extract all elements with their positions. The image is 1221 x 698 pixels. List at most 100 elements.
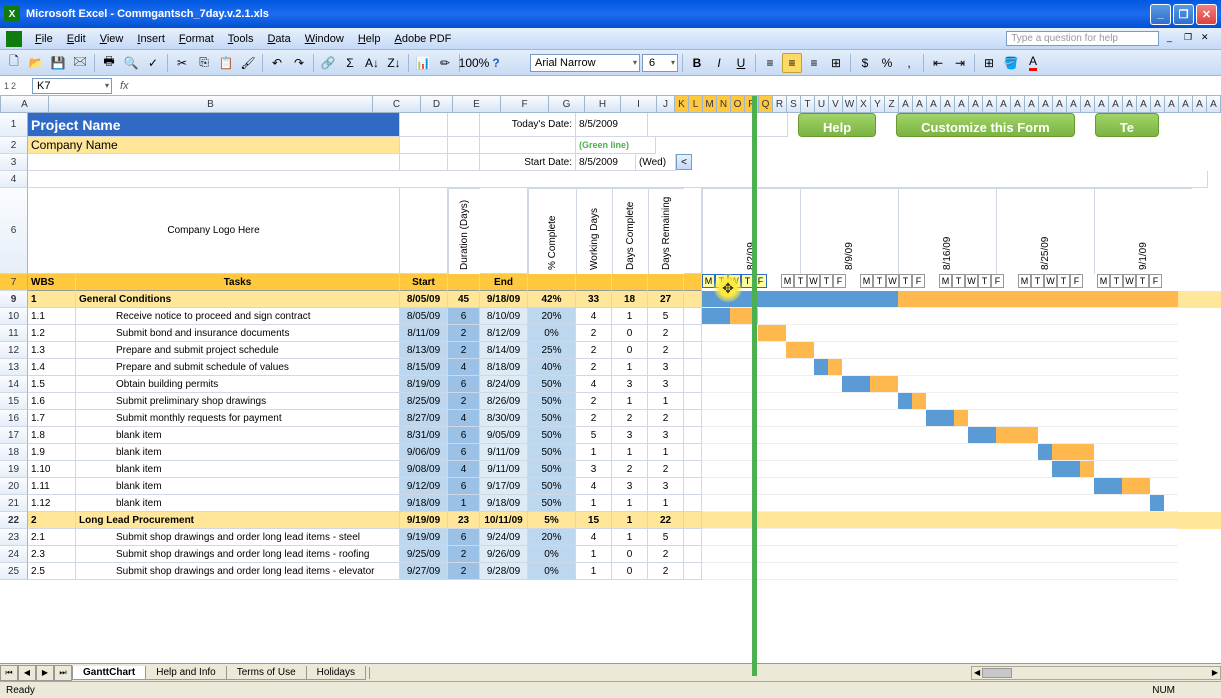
col-header-L[interactable]: L [689, 96, 703, 112]
cell-duration[interactable]: 6 [448, 444, 480, 461]
cell-wbs[interactable]: 2 [28, 512, 76, 529]
cell-pct[interactable]: 50% [528, 444, 576, 461]
cell-pct[interactable]: 0% [528, 546, 576, 563]
header-tasks[interactable]: Tasks [76, 274, 400, 291]
col-header-post-22[interactable]: A [1081, 96, 1095, 112]
menu-insert[interactable]: Insert [130, 31, 172, 47]
cell-start[interactable]: 9/25/09 [400, 546, 448, 563]
cell-task[interactable]: Submit bond and insurance documents [76, 325, 400, 342]
autosum-icon[interactable]: Σ [340, 53, 360, 73]
cell-end[interactable]: 8/18/09 [480, 359, 528, 376]
font-color-icon[interactable]: A [1023, 53, 1043, 73]
cell-working-days[interactable]: 4 [576, 478, 612, 495]
cell-task[interactable]: Submit shop drawings and order long lead… [76, 546, 400, 563]
currency-icon[interactable]: $ [855, 53, 875, 73]
zoom-icon[interactable]: 100% [464, 53, 484, 73]
cell-duration[interactable]: 4 [448, 410, 480, 427]
cell-end[interactable]: 9/11/09 [480, 444, 528, 461]
col-header-post-0[interactable]: R [773, 96, 787, 112]
fx-icon[interactable]: fx [120, 80, 129, 92]
cell-end[interactable]: 9/17/09 [480, 478, 528, 495]
cut-icon[interactable]: ✂ [172, 53, 192, 73]
cell-days-remaining[interactable]: 2 [648, 410, 684, 427]
row-header-9[interactable]: 9 [0, 291, 28, 308]
cell-days-remaining[interactable]: 2 [648, 342, 684, 359]
cell-working-days[interactable]: 4 [576, 376, 612, 393]
cell-duration[interactable]: 2 [448, 546, 480, 563]
day-letter[interactable]: W [807, 274, 820, 288]
col-header-post-13[interactable]: A [955, 96, 969, 112]
col-header-post-28[interactable]: A [1165, 96, 1179, 112]
col-header-post-25[interactable]: A [1123, 96, 1137, 112]
row-header-22[interactable]: 22 [0, 512, 28, 529]
cell-start[interactable]: 8/05/09 [400, 291, 448, 308]
cell-days-complete[interactable]: 3 [612, 376, 648, 393]
cell-pct[interactable]: 0% [528, 325, 576, 342]
row-header-6[interactable]: 6 [0, 188, 28, 274]
cell-days-remaining[interactable]: 3 [648, 376, 684, 393]
cell-wbs[interactable]: 1 [28, 291, 76, 308]
cell-working-days[interactable]: 2 [576, 325, 612, 342]
cell-task[interactable]: Submit shop drawings and order long lead… [76, 563, 400, 580]
cell-wbs[interactable]: 1.2 [28, 325, 76, 342]
day-letter[interactable]: W [886, 274, 899, 288]
col-header-post-20[interactable]: A [1053, 96, 1067, 112]
cell-start[interactable]: 9/06/09 [400, 444, 448, 461]
cell-duration[interactable]: 2 [448, 325, 480, 342]
col-header-post-16[interactable]: A [997, 96, 1011, 112]
col-header-post-3[interactable]: U [815, 96, 829, 112]
col-header-post-5[interactable]: W [843, 96, 857, 112]
cell-days-remaining[interactable]: 5 [648, 308, 684, 325]
cell-pct[interactable]: 50% [528, 393, 576, 410]
cell-days-complete[interactable]: 3 [612, 427, 648, 444]
doc-icon[interactable] [6, 31, 22, 47]
cell-end[interactable]: 8/30/09 [480, 410, 528, 427]
cell-pct[interactable]: 25% [528, 342, 576, 359]
project-name-cell[interactable]: Project Name [28, 113, 400, 137]
cell-working-days[interactable]: 1 [576, 444, 612, 461]
row-header-20[interactable]: 20 [0, 478, 28, 495]
cell-working-days[interactable]: 2 [576, 410, 612, 427]
cell-days-complete[interactable]: 0 [612, 563, 648, 580]
cell-wbs[interactable]: 2.1 [28, 529, 76, 546]
col-header-post-7[interactable]: Y [871, 96, 885, 112]
start-dow[interactable]: (Wed) [636, 154, 676, 171]
cell-duration[interactable]: 2 [448, 563, 480, 580]
cell-wbs[interactable]: 2.5 [28, 563, 76, 580]
menu-data[interactable]: Data [260, 31, 297, 47]
cell-task[interactable]: Long Lead Procurement [76, 512, 400, 529]
horizontal-scrollbar[interactable]: ◀▶ [971, 666, 1221, 680]
cell-working-days[interactable]: 5 [576, 427, 612, 444]
column-headers[interactable]: ABCDEFGHIJKLMNOPQRSTUVWXYZAAAAAAAAAAAAAA… [0, 96, 1221, 113]
chart-icon[interactable]: 📊 [413, 53, 433, 73]
date-prev-button[interactable]: < [676, 154, 692, 170]
col-header-post-18[interactable]: A [1025, 96, 1039, 112]
cell-duration[interactable]: 4 [448, 359, 480, 376]
close-button[interactable]: ✕ [1196, 4, 1217, 25]
cell-pct[interactable]: 42% [528, 291, 576, 308]
hyperlink-icon[interactable]: 🔗 [318, 53, 338, 73]
cell-working-days[interactable]: 2 [576, 393, 612, 410]
todays-date-label[interactable]: Today's Date: [480, 113, 576, 137]
col-header-post-29[interactable]: A [1179, 96, 1193, 112]
logo-placeholder[interactable]: Company Logo Here [28, 188, 400, 274]
save-icon[interactable]: 💾 [48, 53, 68, 73]
cell-pct[interactable]: 50% [528, 376, 576, 393]
header-days-remaining[interactable]: Days Remaining [648, 188, 684, 274]
day-letter[interactable]: T [1110, 274, 1123, 288]
col-header-N[interactable]: N [717, 96, 731, 112]
day-letter[interactable]: M [860, 274, 873, 288]
cell-start[interactable]: 9/27/09 [400, 563, 448, 580]
col-header-post-10[interactable]: A [913, 96, 927, 112]
day-letter[interactable]: F [991, 274, 1004, 288]
cell-working-days[interactable]: 1 [576, 563, 612, 580]
cell-task[interactable]: blank item [76, 427, 400, 444]
cell-duration[interactable]: 2 [448, 393, 480, 410]
cell-days-remaining[interactable]: 22 [648, 512, 684, 529]
col-header-C[interactable]: C [373, 96, 421, 112]
header-start[interactable]: Start [400, 274, 448, 291]
cell-days-complete[interactable]: 1 [612, 512, 648, 529]
cell-duration[interactable]: 2 [448, 342, 480, 359]
align-right-icon[interactable]: ≡ [804, 53, 824, 73]
row-header-14[interactable]: 14 [0, 376, 28, 393]
